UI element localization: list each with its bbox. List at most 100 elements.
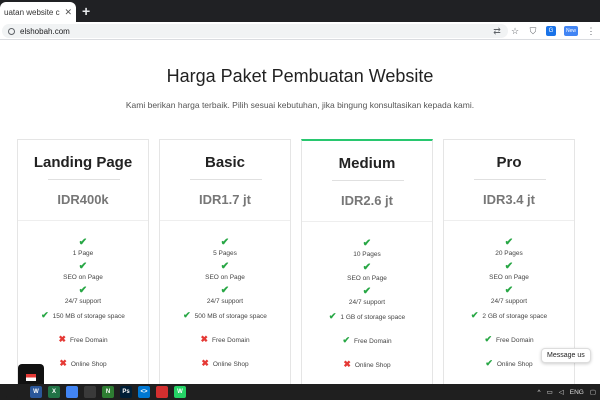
feature-item: ✔ 24/7 support <box>160 286 290 310</box>
check-icon: ✔ <box>183 310 191 320</box>
check-icon: ✔ <box>342 335 350 345</box>
check-icon: ✔ <box>485 358 493 368</box>
feature-item: ✔ 1 Page <box>18 238 148 262</box>
feature-text: Free Domain <box>69 337 108 344</box>
feature-text: 500 MB of storage space <box>194 313 267 320</box>
whatsapp-icon[interactable]: W <box>174 386 186 398</box>
card-divider <box>160 220 290 221</box>
tab-title: uatan website custom <box>4 7 60 17</box>
browser-toolbar: elshobah.com ⇄ ☆ ⛉ G New ⋮ <box>0 22 600 40</box>
feature-text: 24/7 support <box>206 298 244 305</box>
feature-text: Free Domain <box>495 337 534 344</box>
address-bar[interactable]: elshobah.com <box>2 24 508 38</box>
plan-price: IDR2.6 jt <box>340 193 393 208</box>
feature-item: ✔ SEO on Page <box>444 262 574 286</box>
cross-icon: ✖ <box>200 334 208 344</box>
vscode-icon[interactable]: <> <box>138 386 150 398</box>
site-info-icon[interactable] <box>8 27 15 35</box>
check-icon: ✔ <box>362 262 372 273</box>
check-icon: ✔ <box>78 261 88 272</box>
feature-item: ✔ 1 GB of storage space <box>302 311 432 321</box>
feature-item: ✔ Free Domain <box>302 335 432 345</box>
excel-icon[interactable]: X <box>48 386 60 398</box>
pricing-card: Basic IDR1.7 jt ✔ 5 Pages ✔ SEO on Page ✔ 24/7 … <box>159 139 291 384</box>
card-divider <box>444 220 574 221</box>
new-tab-button[interactable]: + <box>82 3 90 19</box>
feature-item: ✔ 20 Pages <box>444 238 574 262</box>
page-title: Harga Paket Pembuatan Website <box>166 66 434 86</box>
feature-item: ✔ 2 GB of storage space <box>444 310 574 320</box>
browser-tab-bar: uatan website custom ✕ + <box>0 0 600 22</box>
notepad-icon[interactable]: N <box>102 386 114 398</box>
feature-item: ✖ Online Shop <box>160 358 290 368</box>
feature-text: 20 Pages <box>495 250 523 257</box>
taskbar: W X N Ps <> W ^ ▭ ◁ ENG ▢ <box>0 384 600 400</box>
feature-item: ✔ 10 Pages <box>302 239 432 263</box>
message-us-button[interactable]: Message us <box>541 348 591 363</box>
notification-icon[interactable]: ▢ <box>590 388 596 396</box>
menu-icon[interactable]: ⋮ <box>586 26 596 36</box>
feature-text: Online Shop <box>354 362 391 369</box>
card-divider <box>302 221 432 222</box>
check-icon: ✔ <box>78 285 88 296</box>
volume-icon[interactable]: ◁ <box>559 388 564 396</box>
feature-item: ✔ 24/7 support <box>444 286 574 310</box>
feature-text: SEO on Page <box>205 274 245 281</box>
feature-text: 24/7 support <box>490 298 528 305</box>
plan-price: IDR3.4 jt <box>482 192 535 207</box>
card-divider <box>18 220 148 221</box>
feature-item: ✖ Online Shop <box>302 359 432 369</box>
app-red-icon[interactable] <box>156 386 168 398</box>
shield-icon[interactable]: ⛉ <box>528 26 538 36</box>
feature-item: ✖ Free Domain <box>18 334 148 344</box>
language-flag-widget[interactable] <box>18 364 44 384</box>
feature-text: 24/7 support <box>64 298 102 305</box>
plan-name: Basic <box>204 154 246 171</box>
feature-text: 150 MB of storage space <box>52 313 125 320</box>
pricing-page: Harga Paket Pembuatan Website Kami berik… <box>0 40 600 384</box>
feature-text: SEO on Page <box>63 274 103 281</box>
url-text: elshobah.com <box>20 26 70 36</box>
plan-name-underline <box>190 179 262 180</box>
word-icon[interactable]: W <box>30 386 42 398</box>
feature-text: 1 Page <box>72 250 94 257</box>
chevron-up-icon[interactable]: ^ <box>538 389 541 396</box>
plan-name: Medium <box>338 155 396 172</box>
plan-name: Landing Page <box>33 154 133 171</box>
indonesia-flag-icon <box>26 373 36 381</box>
star-icon[interactable]: ☆ <box>510 26 520 36</box>
app-icon[interactable] <box>84 386 96 398</box>
check-icon: ✔ <box>504 261 514 272</box>
feature-item: ✔ 150 MB of storage space <box>18 310 148 320</box>
feature-item: ✔ 24/7 support <box>18 286 148 310</box>
extension-icon[interactable]: G <box>546 26 556 36</box>
feature-item: ✔ 24/7 support <box>302 287 432 311</box>
cross-icon: ✖ <box>343 359 351 369</box>
plan-name-underline <box>48 179 120 180</box>
translate-icon[interactable]: ⇄ <box>492 26 502 36</box>
chrome-icon[interactable] <box>66 386 78 398</box>
tab-close-icon[interactable]: ✕ <box>64 7 72 18</box>
check-icon: ✔ <box>470 310 479 320</box>
check-icon: ✔ <box>78 237 88 248</box>
windows-start-icon[interactable] <box>6 386 18 398</box>
pricing-card: Medium IDR2.6 jt ✔ 10 Pages ✔ SEO on Page ✔ 24/… <box>301 139 433 384</box>
plan-name: Pro <box>496 154 522 171</box>
cross-icon: ✖ <box>59 358 67 368</box>
feature-text: Online Shop <box>212 361 249 368</box>
feature-text: Online Shop <box>496 361 533 368</box>
check-icon: ✔ <box>220 261 230 272</box>
feature-text: 5 Pages <box>213 250 237 257</box>
feature-item: ✔ SEO on Page <box>302 263 432 287</box>
new-extension-icon[interactable]: New <box>564 26 578 36</box>
pricing-card: Landing Page IDR400k ✔ 1 Page ✔ SEO on Page ✔ 2… <box>17 139 149 384</box>
language-indicator[interactable]: ENG <box>570 389 584 396</box>
check-icon: ✔ <box>484 334 492 344</box>
photoshop-icon[interactable]: Ps <box>120 386 132 398</box>
network-icon[interactable]: ▭ <box>547 388 553 396</box>
plan-price: IDR400k <box>57 192 109 207</box>
feature-item: ✔ Free Domain <box>444 334 574 344</box>
feature-text: Free Domain <box>211 337 250 344</box>
check-icon: ✔ <box>328 311 337 321</box>
browser-tab[interactable]: uatan website custom ✕ <box>0 2 76 22</box>
